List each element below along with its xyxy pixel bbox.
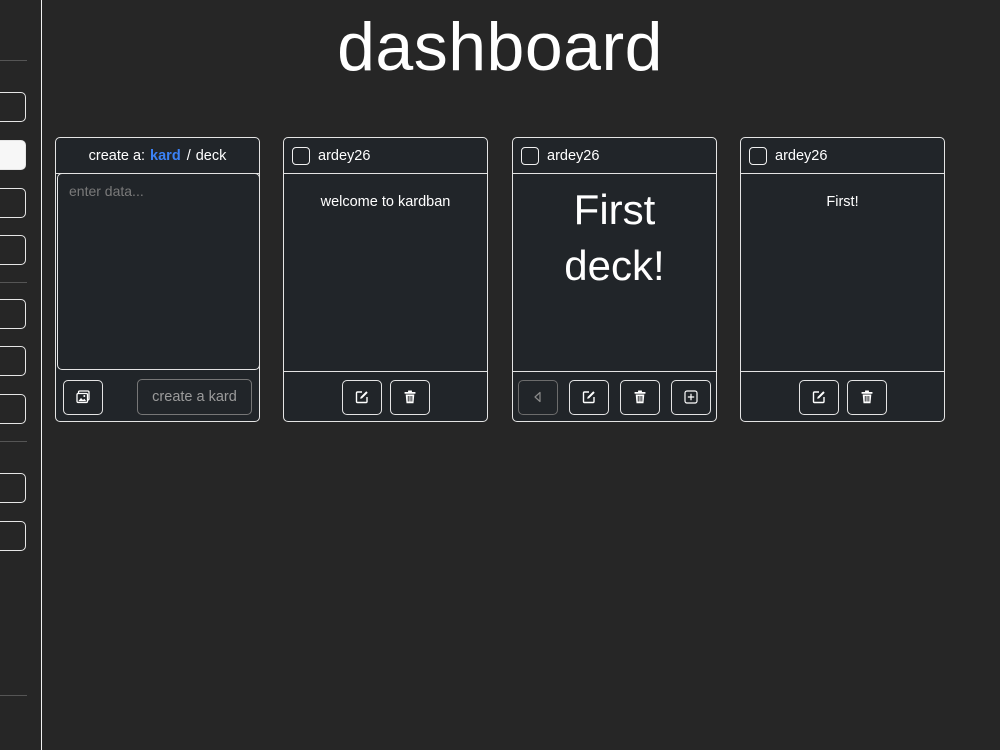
card-body: First deck! bbox=[513, 174, 716, 372]
create-kard-button[interactable]: create a kard bbox=[137, 379, 252, 415]
create-card: create a: kard / deck create a kard bbox=[55, 137, 260, 422]
plus-square-icon bbox=[684, 390, 698, 404]
card-header: ardey26 bbox=[284, 138, 487, 174]
trash-icon bbox=[861, 390, 872, 404]
data-textarea-wrapper bbox=[57, 173, 259, 370]
create-card-footer: create a kard bbox=[56, 372, 259, 421]
card-body: welcome to kardban bbox=[284, 174, 487, 372]
create-card-header: create a: kard / deck bbox=[56, 138, 259, 174]
sidebar-button[interactable] bbox=[0, 299, 26, 329]
card-header: ardey26 bbox=[513, 138, 716, 174]
delete-button[interactable] bbox=[620, 379, 660, 415]
add-kard-button[interactable] bbox=[671, 379, 711, 415]
create-prefix: create a: bbox=[88, 147, 146, 164]
select-checkbox[interactable] bbox=[521, 146, 539, 165]
trash-icon bbox=[404, 390, 415, 404]
sidebar-divider bbox=[0, 695, 27, 696]
prev-icon bbox=[534, 391, 541, 403]
card-footer bbox=[741, 372, 944, 421]
deck-card: ardey26 First deck! bbox=[512, 137, 717, 422]
trash-icon bbox=[634, 390, 646, 404]
card-username: ardey26 bbox=[775, 147, 828, 164]
sidebar-button[interactable] bbox=[0, 188, 26, 218]
edit-icon bbox=[582, 391, 595, 404]
card-footer bbox=[513, 372, 716, 421]
edit-button[interactable] bbox=[569, 379, 609, 415]
page-title: dashboard bbox=[337, 9, 663, 85]
sidebar-button-active[interactable] bbox=[0, 140, 26, 170]
kard-card: ardey26 welcome to kardban bbox=[283, 137, 488, 422]
sidebar-button[interactable] bbox=[0, 235, 26, 265]
deck-toggle[interactable]: deck bbox=[196, 148, 227, 164]
kard-card: ardey26 First! bbox=[740, 137, 945, 422]
edit-button[interactable] bbox=[798, 379, 839, 415]
card-content: First deck! bbox=[564, 186, 665, 289]
sidebar bbox=[0, 0, 42, 750]
card-username: ardey26 bbox=[547, 147, 600, 164]
card-username: ardey26 bbox=[318, 147, 371, 164]
sidebar-button[interactable] bbox=[0, 346, 26, 376]
sidebar-divider bbox=[0, 282, 27, 283]
previous-button[interactable] bbox=[518, 379, 558, 415]
select-checkbox[interactable] bbox=[292, 146, 310, 165]
card-body: First! bbox=[741, 174, 944, 372]
card-header: ardey26 bbox=[741, 138, 944, 174]
delete-button[interactable] bbox=[846, 379, 887, 415]
image-icon bbox=[76, 390, 90, 404]
edit-button[interactable] bbox=[341, 379, 382, 415]
create-separator: / bbox=[186, 147, 191, 164]
data-textarea[interactable] bbox=[58, 174, 259, 369]
image-upload-button[interactable] bbox=[63, 379, 103, 415]
sidebar-button[interactable] bbox=[0, 521, 26, 551]
sidebar-divider bbox=[0, 441, 27, 442]
card-footer bbox=[284, 372, 487, 421]
sidebar-button[interactable] bbox=[0, 92, 26, 122]
sidebar-button[interactable] bbox=[0, 394, 26, 424]
delete-button[interactable] bbox=[389, 379, 430, 415]
card-content: First! bbox=[826, 194, 859, 210]
edit-icon bbox=[812, 391, 825, 404]
select-checkbox[interactable] bbox=[749, 146, 767, 165]
sidebar-button[interactable] bbox=[0, 473, 26, 503]
card-content: welcome to kardban bbox=[320, 194, 451, 210]
kard-toggle[interactable]: kard bbox=[150, 148, 181, 164]
edit-icon bbox=[355, 391, 368, 404]
